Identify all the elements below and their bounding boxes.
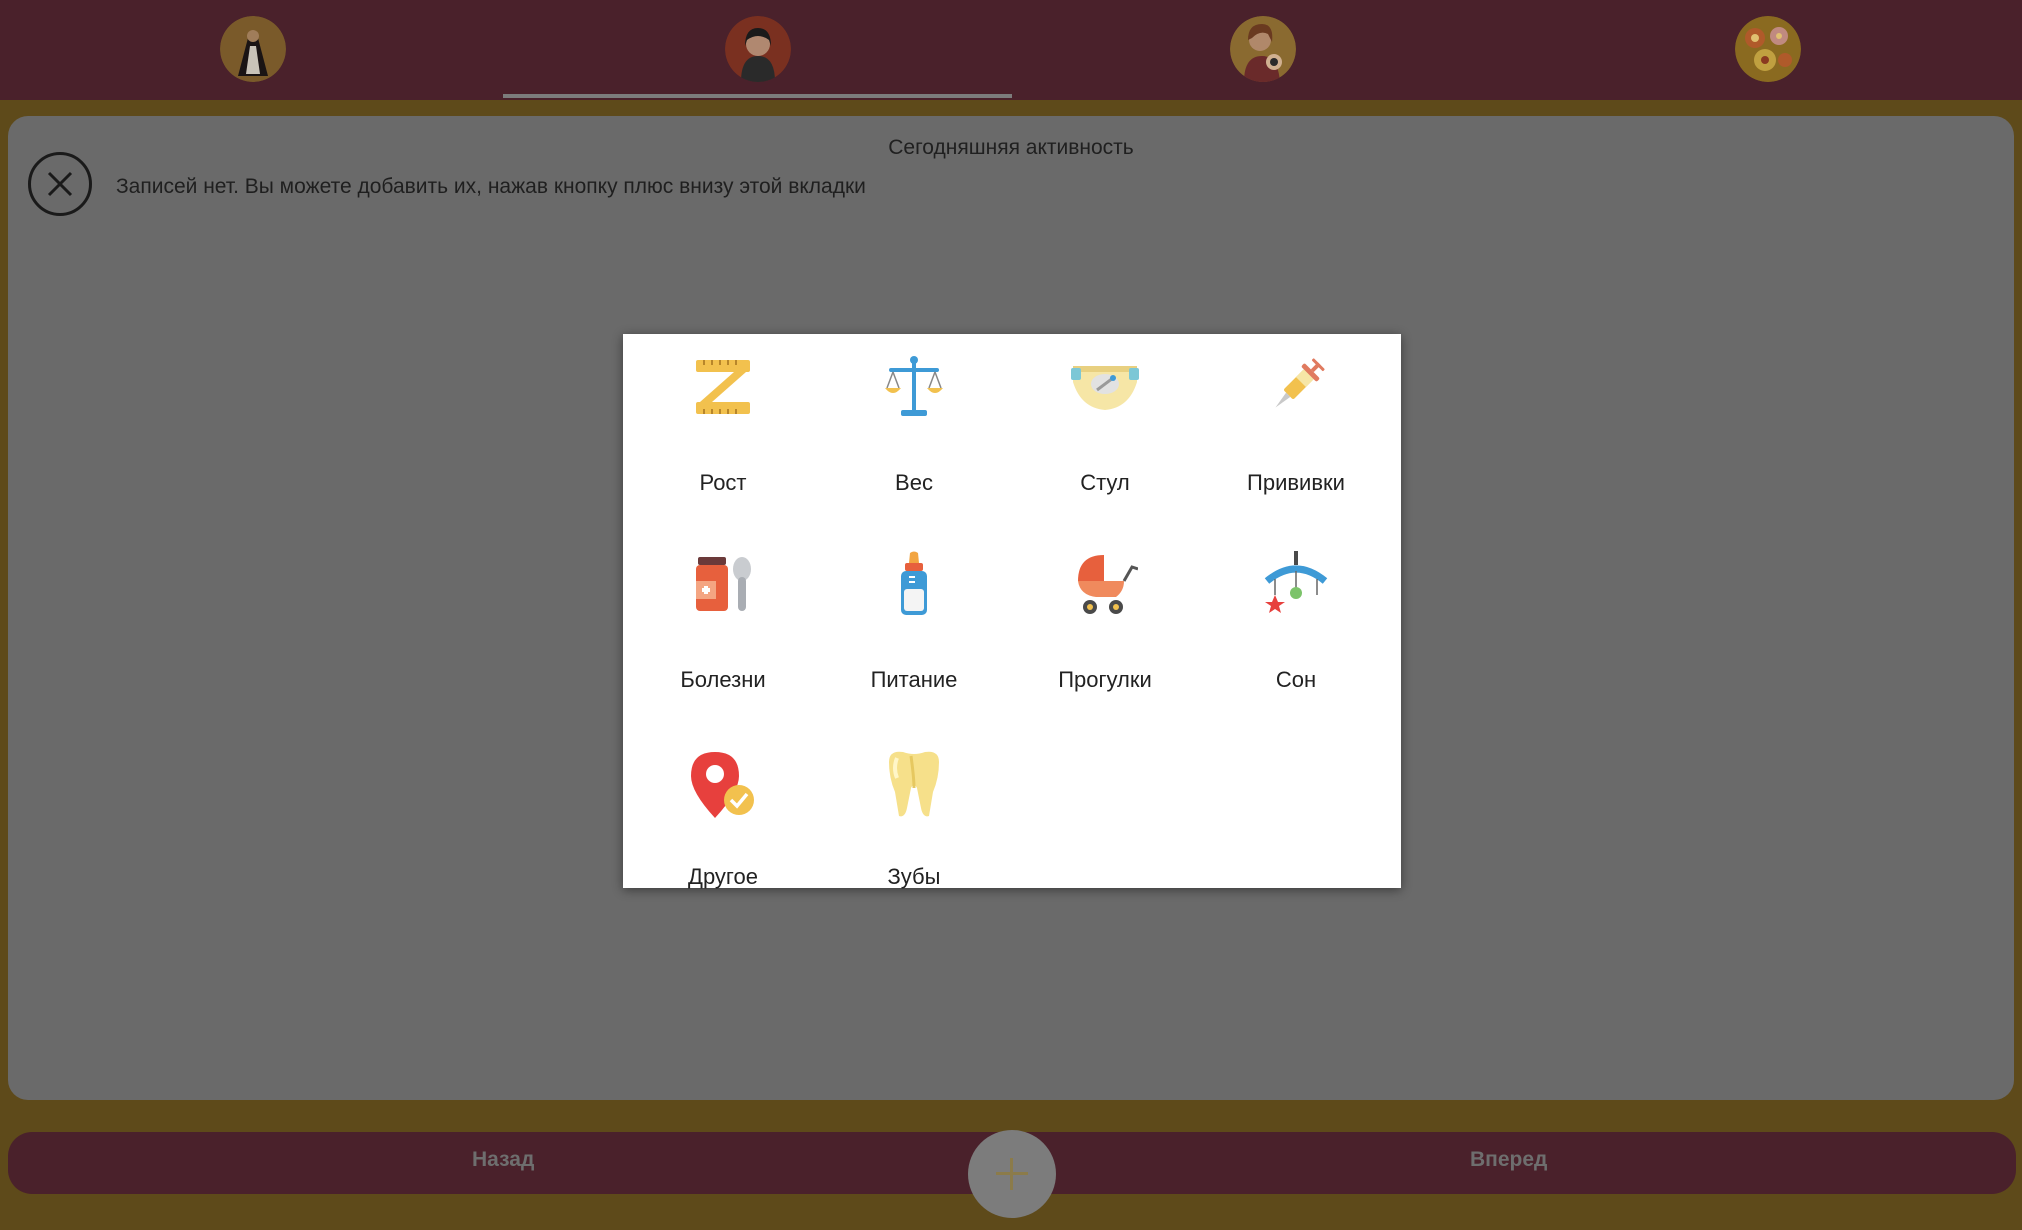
diaper-icon — [1071, 366, 1139, 410]
activity-item-label: Стул — [1080, 470, 1130, 495]
activity-item-label: Сон — [1275, 667, 1317, 692]
scales-icon — [885, 356, 943, 416]
activity-item-label: Вес — [895, 470, 933, 495]
back-button[interactable]: Назад — [472, 1148, 534, 1172]
activity-item-label: Рост — [699, 470, 747, 495]
baby-bottle-icon — [901, 551, 927, 615]
activity-item-label: Прогулки — [1058, 667, 1152, 692]
tab-mother-baby[interactable] — [1010, 0, 1515, 100]
activity-item-walks[interactable]: Прогулки — [1010, 551, 1200, 721]
activity-item-height[interactable]: Рост — [628, 354, 818, 524]
syringe-icon — [1275, 358, 1325, 408]
activity-item-illness[interactable]: Болезни — [628, 551, 818, 721]
activity-item-other[interactable]: Другое — [628, 748, 818, 918]
tab-mother[interactable] — [0, 0, 505, 100]
activity-item-feeding[interactable]: Питание — [819, 551, 1009, 721]
flowers-avatar-icon — [1734, 16, 1801, 82]
tab-flowers[interactable] — [1515, 0, 2020, 100]
activity-item-vaccinations[interactable]: Прививки — [1201, 354, 1391, 524]
location-pin-check-icon — [691, 752, 754, 818]
activity-item-weight[interactable]: Вес — [819, 354, 1009, 524]
close-button[interactable] — [28, 152, 92, 216]
medicine-bottle-icon — [696, 557, 751, 611]
activity-item-label: Питание — [870, 667, 958, 692]
stroller-icon — [1078, 555, 1138, 614]
mother-with-baby-avatar-icon — [1229, 16, 1296, 82]
activity-item-label: Прививки — [1247, 470, 1345, 495]
activity-picker-dialog: Рост Вес Стул Прививки Болезни Питание П… — [623, 334, 1401, 889]
activity-item-label: Болезни — [680, 667, 766, 692]
crib-mobile-icon — [1264, 551, 1328, 613]
selected-tab-indicator — [503, 94, 1012, 98]
woman-portrait-avatar-icon — [724, 16, 791, 82]
top-tab-bar — [0, 0, 2022, 100]
activity-item-teeth[interactable]: Зубы — [819, 748, 1009, 918]
activity-item-label: Зубы — [887, 864, 941, 889]
forward-button[interactable]: Вперед — [1470, 1148, 1547, 1172]
tab-profile[interactable] — [505, 0, 1010, 100]
tooth-icon — [889, 751, 939, 817]
close-icon — [47, 171, 73, 197]
activity-item-label: Другое — [688, 864, 758, 889]
ruler-icon — [696, 360, 750, 414]
activity-item-sleep[interactable]: Сон — [1201, 551, 1391, 721]
add-entry-button[interactable] — [968, 1130, 1056, 1218]
page-title: Сегодняшняя активность — [888, 136, 1134, 159]
woman-silhouette-avatar-icon — [219, 16, 286, 82]
empty-state-message: Записей нет. Вы можете добавить их, нажа… — [116, 175, 866, 198]
activity-item-stool[interactable]: Стул — [1010, 354, 1200, 524]
